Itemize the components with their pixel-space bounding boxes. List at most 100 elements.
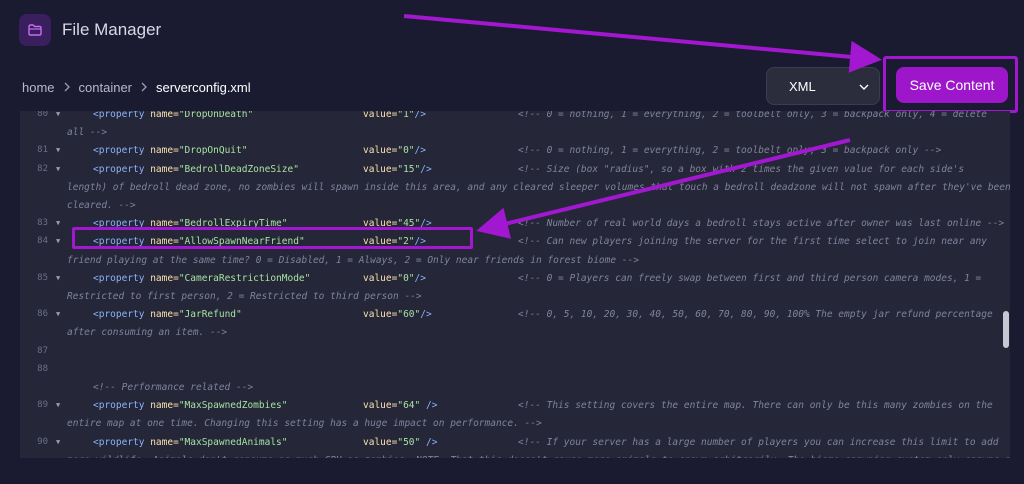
property-value-cell: value="0"/> bbox=[363, 273, 426, 284]
code-comment: <!-- Number of real world days a bedroll… bbox=[518, 218, 1005, 230]
property-name: DropOnDeath bbox=[184, 111, 248, 120]
xml-tag: <property bbox=[93, 272, 151, 284]
line-number: 89 bbox=[37, 400, 48, 411]
xml-tag-close: /> bbox=[420, 309, 432, 321]
property-value-cell: value="50" /> bbox=[363, 437, 437, 448]
fold-toggle-icon[interactable]: ▼ bbox=[56, 438, 60, 446]
line-number: 81 bbox=[37, 145, 48, 156]
app-title: File Manager bbox=[62, 20, 162, 39]
xml-tag: <property bbox=[93, 145, 151, 157]
code-line: <property name="CameraRestrictionMode" bbox=[93, 273, 310, 284]
line-number: 90 bbox=[37, 436, 48, 447]
xml-tag-close: /> bbox=[414, 111, 426, 120]
property-value-cell: value="64" /> bbox=[363, 400, 437, 411]
code-line: <property name="DropOnDeath" bbox=[93, 111, 253, 120]
xml-attribute-name: name= bbox=[150, 272, 179, 284]
code-line-wrap: entire map at one time. Changing this se… bbox=[67, 418, 542, 430]
property-value: 64 bbox=[403, 400, 415, 412]
folder-icon bbox=[19, 14, 51, 46]
property-name: BedrollDeadZoneSize bbox=[184, 163, 294, 175]
code-comment: <!-- This setting covers the entire map.… bbox=[518, 400, 993, 412]
code-line-wrap: cleared. --> bbox=[67, 200, 136, 211]
quote: " bbox=[293, 163, 299, 175]
xml-attribute-value: value= bbox=[363, 309, 398, 321]
line-number: 82 bbox=[37, 163, 48, 174]
code-line-wrap: friend playing at the same time? 0 = Dis… bbox=[67, 254, 639, 266]
fold-toggle-icon[interactable]: ▼ bbox=[56, 274, 60, 282]
code-editor[interactable]: 80 ▼ <property name="DropOnDeath" value="1"… bbox=[20, 111, 1010, 458]
line-number: 84 bbox=[37, 236, 48, 247]
xml-attribute-name: name= bbox=[150, 309, 179, 321]
xml-tag-close: /> bbox=[420, 436, 438, 448]
line-number: 85 bbox=[37, 272, 48, 283]
xml-tag: <property bbox=[93, 111, 151, 120]
save-content-button[interactable]: Save Content bbox=[896, 67, 1008, 103]
quote: " bbox=[281, 436, 288, 448]
code-line-wrap: all --> bbox=[67, 127, 108, 139]
xml-attribute-name: name= bbox=[150, 436, 179, 448]
xml-attribute-name: name= bbox=[150, 145, 179, 157]
xml-tag: <property bbox=[93, 309, 151, 321]
property-value: 60 bbox=[403, 309, 415, 321]
fold-toggle-icon[interactable]: ▼ bbox=[56, 401, 60, 409]
xml-attribute-value: value= bbox=[363, 111, 398, 120]
quote: " bbox=[241, 145, 248, 157]
property-name: MaxSpawnedZombies bbox=[184, 400, 282, 412]
chevron-right-icon bbox=[63, 82, 71, 92]
xml-attribute-value: value= bbox=[363, 272, 398, 284]
fold-toggle-icon[interactable]: ▼ bbox=[56, 146, 60, 154]
line-number: 83 bbox=[37, 218, 48, 229]
xml-attribute-name: name= bbox=[150, 111, 179, 120]
fold-toggle-icon[interactable]: ▼ bbox=[56, 237, 60, 245]
line-number: 80 bbox=[37, 111, 48, 119]
xml-tag-close: /> bbox=[414, 272, 426, 284]
xml-attribute-name: name= bbox=[150, 163, 179, 175]
code-comment: <!-- Can new players joining the server … bbox=[518, 236, 987, 248]
xml-attribute-value: value= bbox=[363, 436, 398, 448]
code-line: <property name="DropOnQuit" bbox=[93, 145, 247, 156]
property-value-cell: value="60"/> bbox=[363, 309, 432, 320]
quote: " bbox=[247, 111, 254, 120]
code-line: <property name="MaxSpawnedAnimals" bbox=[93, 437, 288, 448]
line-number: 87 bbox=[37, 345, 48, 356]
code-comment: <!-- Size (box "radius", so a box with 2… bbox=[518, 163, 965, 175]
app-header: File Manager bbox=[0, 0, 1024, 62]
code-line-wrap: length) of bedroll dead zone, no zombies… bbox=[67, 181, 1010, 193]
breadcrumb-home[interactable]: home bbox=[22, 80, 55, 95]
property-name: DropOnQuit bbox=[184, 145, 242, 157]
code-comment: <!-- 0, 5, 10, 20, 30, 40, 50, 60, 70, 8… bbox=[518, 309, 993, 321]
property-value-cell: value="1"/> bbox=[363, 111, 426, 120]
language-select[interactable]: XML bbox=[766, 67, 880, 105]
line-number: 88 bbox=[37, 363, 48, 374]
property-name: JarRefund bbox=[184, 309, 237, 321]
breadcrumb-container[interactable]: container bbox=[79, 80, 132, 95]
line-number: 86 bbox=[37, 309, 48, 320]
property-value-cell: value="15"/> bbox=[363, 164, 432, 175]
xml-tag: <property bbox=[93, 400, 151, 412]
xml-attribute-value: value= bbox=[363, 145, 398, 157]
property-value: 50 bbox=[403, 436, 415, 448]
xml-tag-close: /> bbox=[420, 400, 438, 412]
fold-toggle-icon[interactable]: ▼ bbox=[56, 310, 60, 318]
xml-tag-close: /> bbox=[414, 145, 426, 157]
fold-toggle-icon[interactable]: ▼ bbox=[56, 219, 60, 227]
xml-attribute-name: name= bbox=[150, 400, 179, 412]
quote: " bbox=[281, 400, 288, 412]
quote: " bbox=[236, 309, 242, 321]
language-select-value: XML bbox=[789, 78, 816, 94]
fold-toggle-icon[interactable]: ▼ bbox=[56, 165, 60, 173]
editor-scrollbar[interactable] bbox=[1003, 311, 1009, 348]
code-line: <property name="JarRefund" bbox=[93, 309, 242, 320]
xml-attribute-value: value= bbox=[363, 163, 398, 175]
breadcrumb-current-file: serverconfig.xml bbox=[156, 79, 251, 95]
code-line-wrap: more wildlife. Animals don't consume as … bbox=[67, 455, 1010, 458]
code-comment: <!-- Performance related --> bbox=[93, 382, 254, 393]
code-line: <property name="MaxSpawnedZombies" bbox=[93, 400, 288, 411]
chevron-right-icon bbox=[140, 82, 148, 92]
xml-tag-close: /> bbox=[420, 163, 432, 175]
code-comment: <!-- If your server has a large number o… bbox=[518, 436, 999, 448]
breadcrumb: home container serverconfig.xml bbox=[22, 78, 251, 96]
fold-toggle-icon[interactable]: ▼ bbox=[56, 111, 60, 118]
code-line-wrap: after consuming an item. --> bbox=[67, 327, 228, 339]
code-comment: <!-- 0 = nothing, 1 = everything, 2 = to… bbox=[518, 145, 942, 157]
